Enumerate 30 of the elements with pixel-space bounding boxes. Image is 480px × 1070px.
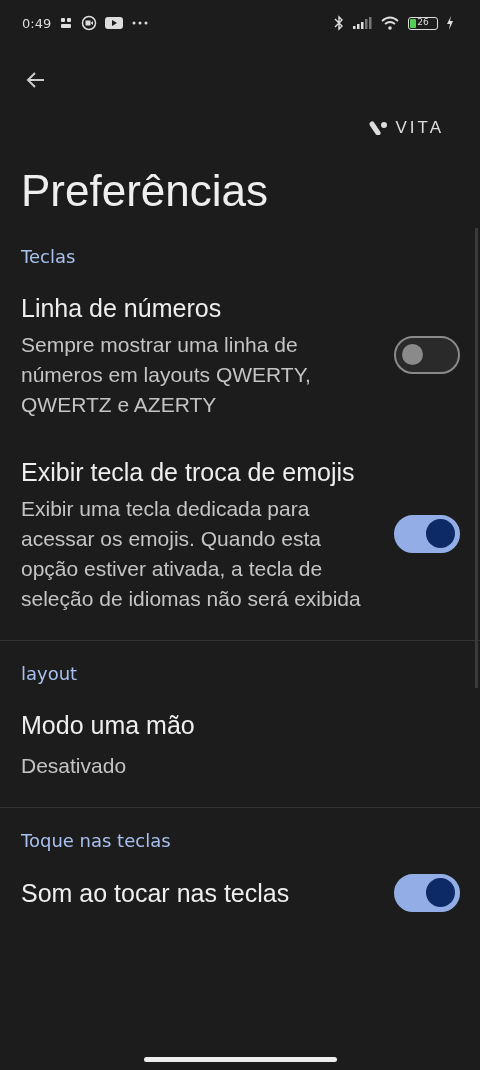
signal-icon (352, 16, 372, 30)
notification-icon (59, 16, 74, 30)
battery-indicator: 26 (408, 16, 438, 30)
section-header: layout (20, 662, 79, 686)
toggle-switch[interactable] (394, 515, 460, 553)
charging-icon (446, 16, 454, 30)
setting-row[interactable]: Exibir tecla de troca de emojis Exibir uma tecla dedicada para acessar os emojis. Quando esta opção estiver ativada, a tecla de seleção de idiomas não será exibida (0, 438, 480, 632)
setting-title: Linha de números (21, 293, 223, 324)
section-header: Teclas (20, 245, 77, 269)
logo-icon (369, 121, 390, 135)
page-title: Preferências (21, 166, 269, 216)
play-icon (105, 16, 124, 30)
section-header: Toque nas teclas (20, 829, 172, 853)
setting-description: Exibir uma tecla dedicada para acessar os emojis. Quando esta opção estiver ativada, a tecla de seleção de idiomas não será exibida (21, 496, 362, 612)
setting-row[interactable]: Modo uma mão Desativado (0, 691, 480, 799)
camera-icon (81, 15, 98, 31)
brand-name: VITA (395, 118, 444, 138)
more-icon (131, 20, 150, 26)
toggle-switch[interactable] (394, 874, 460, 912)
setting-title: Modo uma mão (21, 710, 196, 741)
setting-row[interactable]: Linha de números Sempre mostrar uma linha de números em layouts QWERTY, QWERTZ e AZERTY (0, 274, 480, 438)
setting-title: Exibir tecla de troca de emojis (21, 457, 356, 488)
setting-title: Som ao tocar nas teclas (21, 878, 291, 909)
wifi-icon (380, 15, 400, 31)
setting-row[interactable]: Som ao tocar nas teclas (0, 858, 480, 930)
setting-description: Sempre mostrar uma linha de números em layouts QWERTY, QWERTZ e AZERTY (21, 332, 312, 418)
toggle-switch[interactable] (394, 336, 460, 374)
setting-value: Desativado (21, 753, 128, 779)
status-time: 0:49 (22, 15, 52, 31)
bluetooth-icon (334, 15, 344, 31)
